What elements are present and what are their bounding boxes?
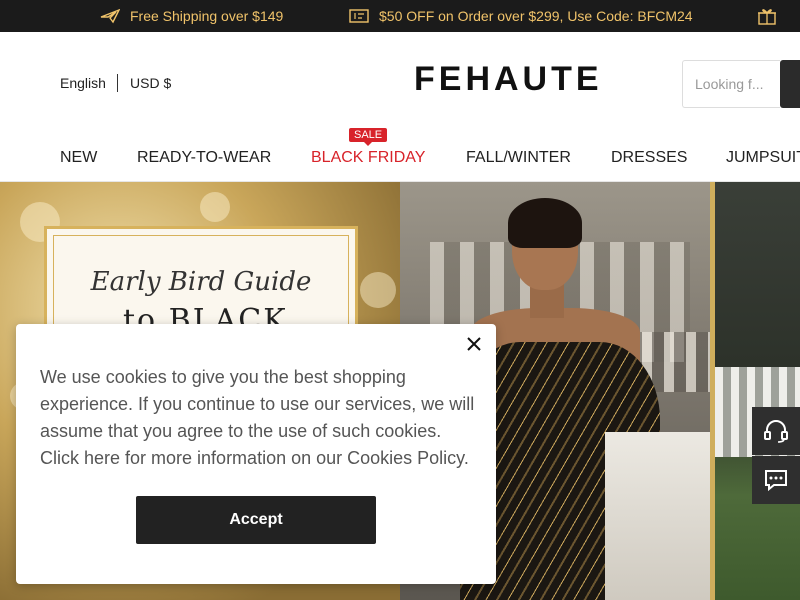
bokeh-light (200, 192, 230, 222)
site-header: English USD $ FEHAUTE (0, 32, 800, 132)
promo-shipping-text: Free Shipping over $149 (130, 8, 284, 24)
plane-icon (100, 8, 120, 24)
header-divider (117, 74, 118, 92)
guide-title: Early Bird Guide (90, 267, 312, 297)
search-input[interactable] (682, 60, 780, 108)
sale-badge: SALE (349, 128, 388, 146)
cookie-banner: We use cookies to give you the best shop… (16, 324, 496, 584)
hero-right-panel (715, 182, 800, 600)
nav-item-dresses[interactable]: DRESSES (611, 149, 687, 167)
promo-discount-text: $50 OFF on Order over $299, Use Code: BF… (379, 8, 693, 24)
stone-railing (605, 432, 715, 600)
promo-item-discount[interactable]: $50 OFF on Order over $299, Use Code: BF… (349, 0, 693, 32)
model-hair (508, 198, 582, 248)
promo-item-shipping[interactable]: Free Shipping over $149 (100, 0, 283, 32)
accept-button[interactable]: Accept (136, 496, 376, 544)
cookie-policy-text[interactable]: We use cookies to give you the best shop… (40, 364, 480, 472)
close-button[interactable] (462, 332, 486, 356)
promo-bar: Free Shipping over $149 $50 OFF on Order… (0, 0, 800, 32)
nav-item-jumpsuits[interactable]: JUMPSUITS (726, 149, 800, 167)
customer-service-button[interactable] (752, 407, 800, 455)
promo-item-gift[interactable] (757, 0, 787, 32)
bokeh-light (360, 272, 396, 308)
site-logo[interactable]: FEHAUTE (414, 60, 603, 99)
chat-button[interactable] (752, 456, 800, 504)
close-icon (467, 337, 481, 351)
language-selector[interactable]: English (60, 75, 106, 91)
gift-icon (758, 9, 776, 25)
nav-item-black-friday[interactable]: BLACK FRIDAY (311, 149, 425, 167)
headset-icon (764, 420, 788, 443)
currency-selector[interactable]: USD $ (130, 75, 171, 91)
main-nav: NEW READY-TO-WEAR SALE BLACK FRIDAY FALL… (0, 128, 800, 182)
nav-item-fall-winter[interactable]: FALL/WINTER (466, 149, 571, 167)
chat-icon (765, 470, 787, 492)
search-button[interactable] (780, 60, 800, 108)
nav-item-new[interactable]: NEW (60, 149, 97, 167)
coupon-icon (349, 9, 369, 23)
nav-item-ready-to-wear[interactable]: READY-TO-WEAR (137, 149, 271, 167)
